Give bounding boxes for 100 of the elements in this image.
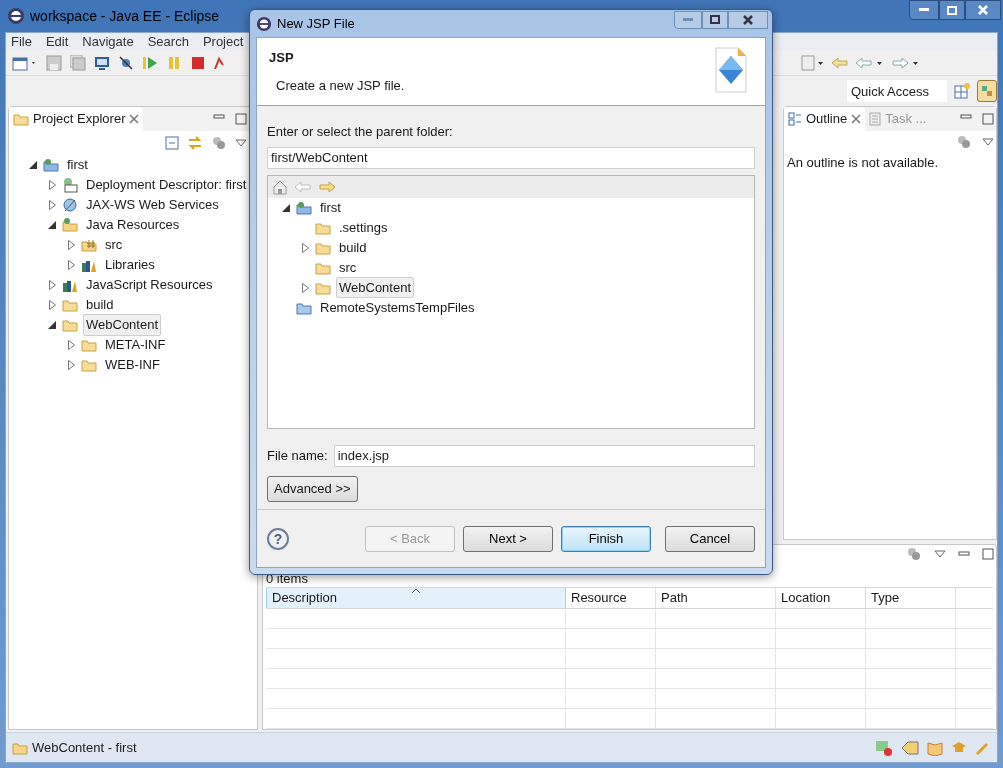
advanced-button[interactable]: Advanced >>	[267, 475, 358, 502]
back-arrow-icon[interactable]	[855, 54, 885, 71]
close-button[interactable]	[965, 0, 1001, 20]
menu-item[interactable]: Navigate	[82, 31, 134, 52]
link-editor-icon[interactable]	[187, 135, 203, 151]
view-menu-icon[interactable]	[982, 138, 994, 146]
outline-icon	[788, 112, 802, 126]
tree-item[interactable]: .settings	[336, 216, 391, 239]
maximize-button[interactable]	[939, 0, 965, 20]
error-log-icon[interactable]	[875, 738, 893, 757]
tree-item[interactable]: WEB-INF	[102, 354, 163, 376]
minimize-view-icon[interactable]	[213, 113, 225, 121]
maximize-icon	[947, 5, 957, 15]
tree-item[interactable]: META-INF	[102, 334, 169, 356]
maximize-view-icon[interactable]	[982, 113, 994, 125]
outline-message: An outline is not available.	[786, 154, 940, 172]
collapsed-arrow-icon[interactable]	[47, 200, 57, 210]
tree-item[interactable]: src	[102, 234, 126, 256]
folder-icon	[62, 217, 78, 233]
resume-icon[interactable]	[142, 54, 158, 71]
view-menu-icon[interactable]	[934, 550, 946, 558]
new-wizard-icon[interactable]	[12, 54, 38, 71]
menu-item[interactable]: Edit	[45, 31, 69, 52]
tree-item[interactable]: src	[336, 256, 360, 279]
menu-item[interactable]: Project	[202, 31, 244, 52]
tree-item[interactable]: Deployment Descriptor: first	[83, 174, 250, 196]
menu-item[interactable]: File	[11, 31, 32, 52]
java-ee-perspective-button[interactable]	[977, 80, 997, 102]
tree-item[interactable]: WebContent	[83, 314, 162, 336]
filter-icon[interactable]	[906, 546, 922, 562]
book-icon[interactable]	[927, 739, 943, 756]
maximize-view-icon[interactable]	[235, 113, 247, 125]
collapsed-arrow-icon[interactable]	[66, 240, 76, 250]
tree-item[interactable]: RemoteSystemsTempFiles	[317, 296, 478, 319]
help-button[interactable]: ?	[267, 527, 289, 550]
dialog-button[interactable]: Cancel	[665, 525, 755, 552]
dialog-button[interactable]: Next >	[463, 525, 553, 552]
collapsed-arrow-icon[interactable]	[300, 282, 310, 293]
collapsed-arrow-icon[interactable]	[66, 260, 76, 270]
expanded-arrow-icon[interactable]	[28, 160, 38, 170]
navigate-icon[interactable]	[801, 54, 825, 71]
collapsed-arrow-icon[interactable]	[47, 280, 57, 290]
expanded-arrow-icon[interactable]	[281, 202, 291, 213]
maximize-icon	[710, 15, 720, 24]
tag-icon[interactable]	[901, 739, 919, 756]
tree-item[interactable]: build	[336, 236, 370, 259]
expanded-arrow-icon[interactable]	[47, 320, 57, 330]
forward-arrow-icon[interactable]	[891, 54, 921, 71]
open-perspective-icon[interactable]	[953, 82, 971, 100]
stop-icon[interactable]	[190, 54, 206, 71]
field-label: File name:	[267, 446, 328, 465]
task-list-icon	[869, 112, 882, 126]
folder-icon	[62, 297, 78, 313]
close-icon	[743, 14, 753, 25]
filter-icon[interactable]	[211, 135, 227, 151]
tree-item[interactable]: first	[317, 196, 344, 219]
close-icon[interactable]	[129, 114, 140, 124]
view-tab[interactable]: Project Explorer	[9, 107, 144, 131]
collapsed-arrow-icon[interactable]	[300, 242, 310, 253]
maximize-button[interactable]	[702, 10, 728, 29]
maximize-view-icon[interactable]	[982, 548, 994, 560]
quick-access-field[interactable]: Quick Access	[847, 80, 947, 102]
collapsed-arrow-icon[interactable]	[66, 340, 76, 350]
home-icon[interactable]	[272, 178, 288, 195]
close-button[interactable]	[728, 10, 768, 29]
eclipse-logo-icon	[7, 7, 25, 25]
tree-item[interactable]: Java Resources	[83, 214, 183, 236]
globe-icon	[62, 197, 78, 213]
window-title: workspace - Java EE - Eclipse	[30, 6, 220, 26]
collapsed-arrow-icon[interactable]	[47, 180, 57, 190]
tree-item[interactable]: JavaScript Resources	[83, 274, 216, 296]
minimize-button[interactable]	[909, 0, 939, 20]
collapsed-arrow-icon[interactable]	[66, 360, 76, 370]
monitor-icon[interactable]	[94, 54, 110, 71]
folder-icon	[81, 357, 97, 373]
dialog-description: Create a new JSP file.	[275, 76, 406, 95]
collapsed-arrow-icon[interactable]	[47, 300, 57, 310]
folder-icon	[13, 111, 29, 127]
package-folder-icon	[81, 237, 97, 253]
minimize-view-icon[interactable]	[958, 550, 970, 558]
tree-item[interactable]: JAX-WS Web Services	[83, 194, 222, 216]
view-tab[interactable]: Outline	[784, 107, 866, 131]
filter-icon[interactable]	[956, 134, 972, 150]
tree-item[interactable]: first	[64, 154, 91, 176]
minimize-view-icon[interactable]	[960, 113, 972, 121]
project-icon	[43, 157, 59, 173]
column-header[interactable]: Description	[266, 588, 566, 608]
expanded-arrow-icon[interactable]	[47, 220, 57, 230]
dialog-button[interactable]: Finish	[561, 525, 651, 552]
view-menu-icon[interactable]	[235, 139, 247, 147]
menu-item[interactable]: Search	[147, 31, 189, 52]
tree-item[interactable]: WebContent	[336, 276, 415, 299]
parent-folder-field[interactable]: first/WebContent	[267, 146, 755, 169]
perspective-icon	[981, 85, 993, 97]
descriptor-icon	[62, 177, 78, 193]
close-icon[interactable]	[851, 114, 862, 124]
tree-item[interactable]: build	[83, 294, 117, 316]
collapse-all-icon[interactable]	[165, 136, 179, 150]
tree-item[interactable]: Libraries	[102, 254, 158, 276]
file-name-field[interactable]: index.jsp	[333, 444, 755, 467]
